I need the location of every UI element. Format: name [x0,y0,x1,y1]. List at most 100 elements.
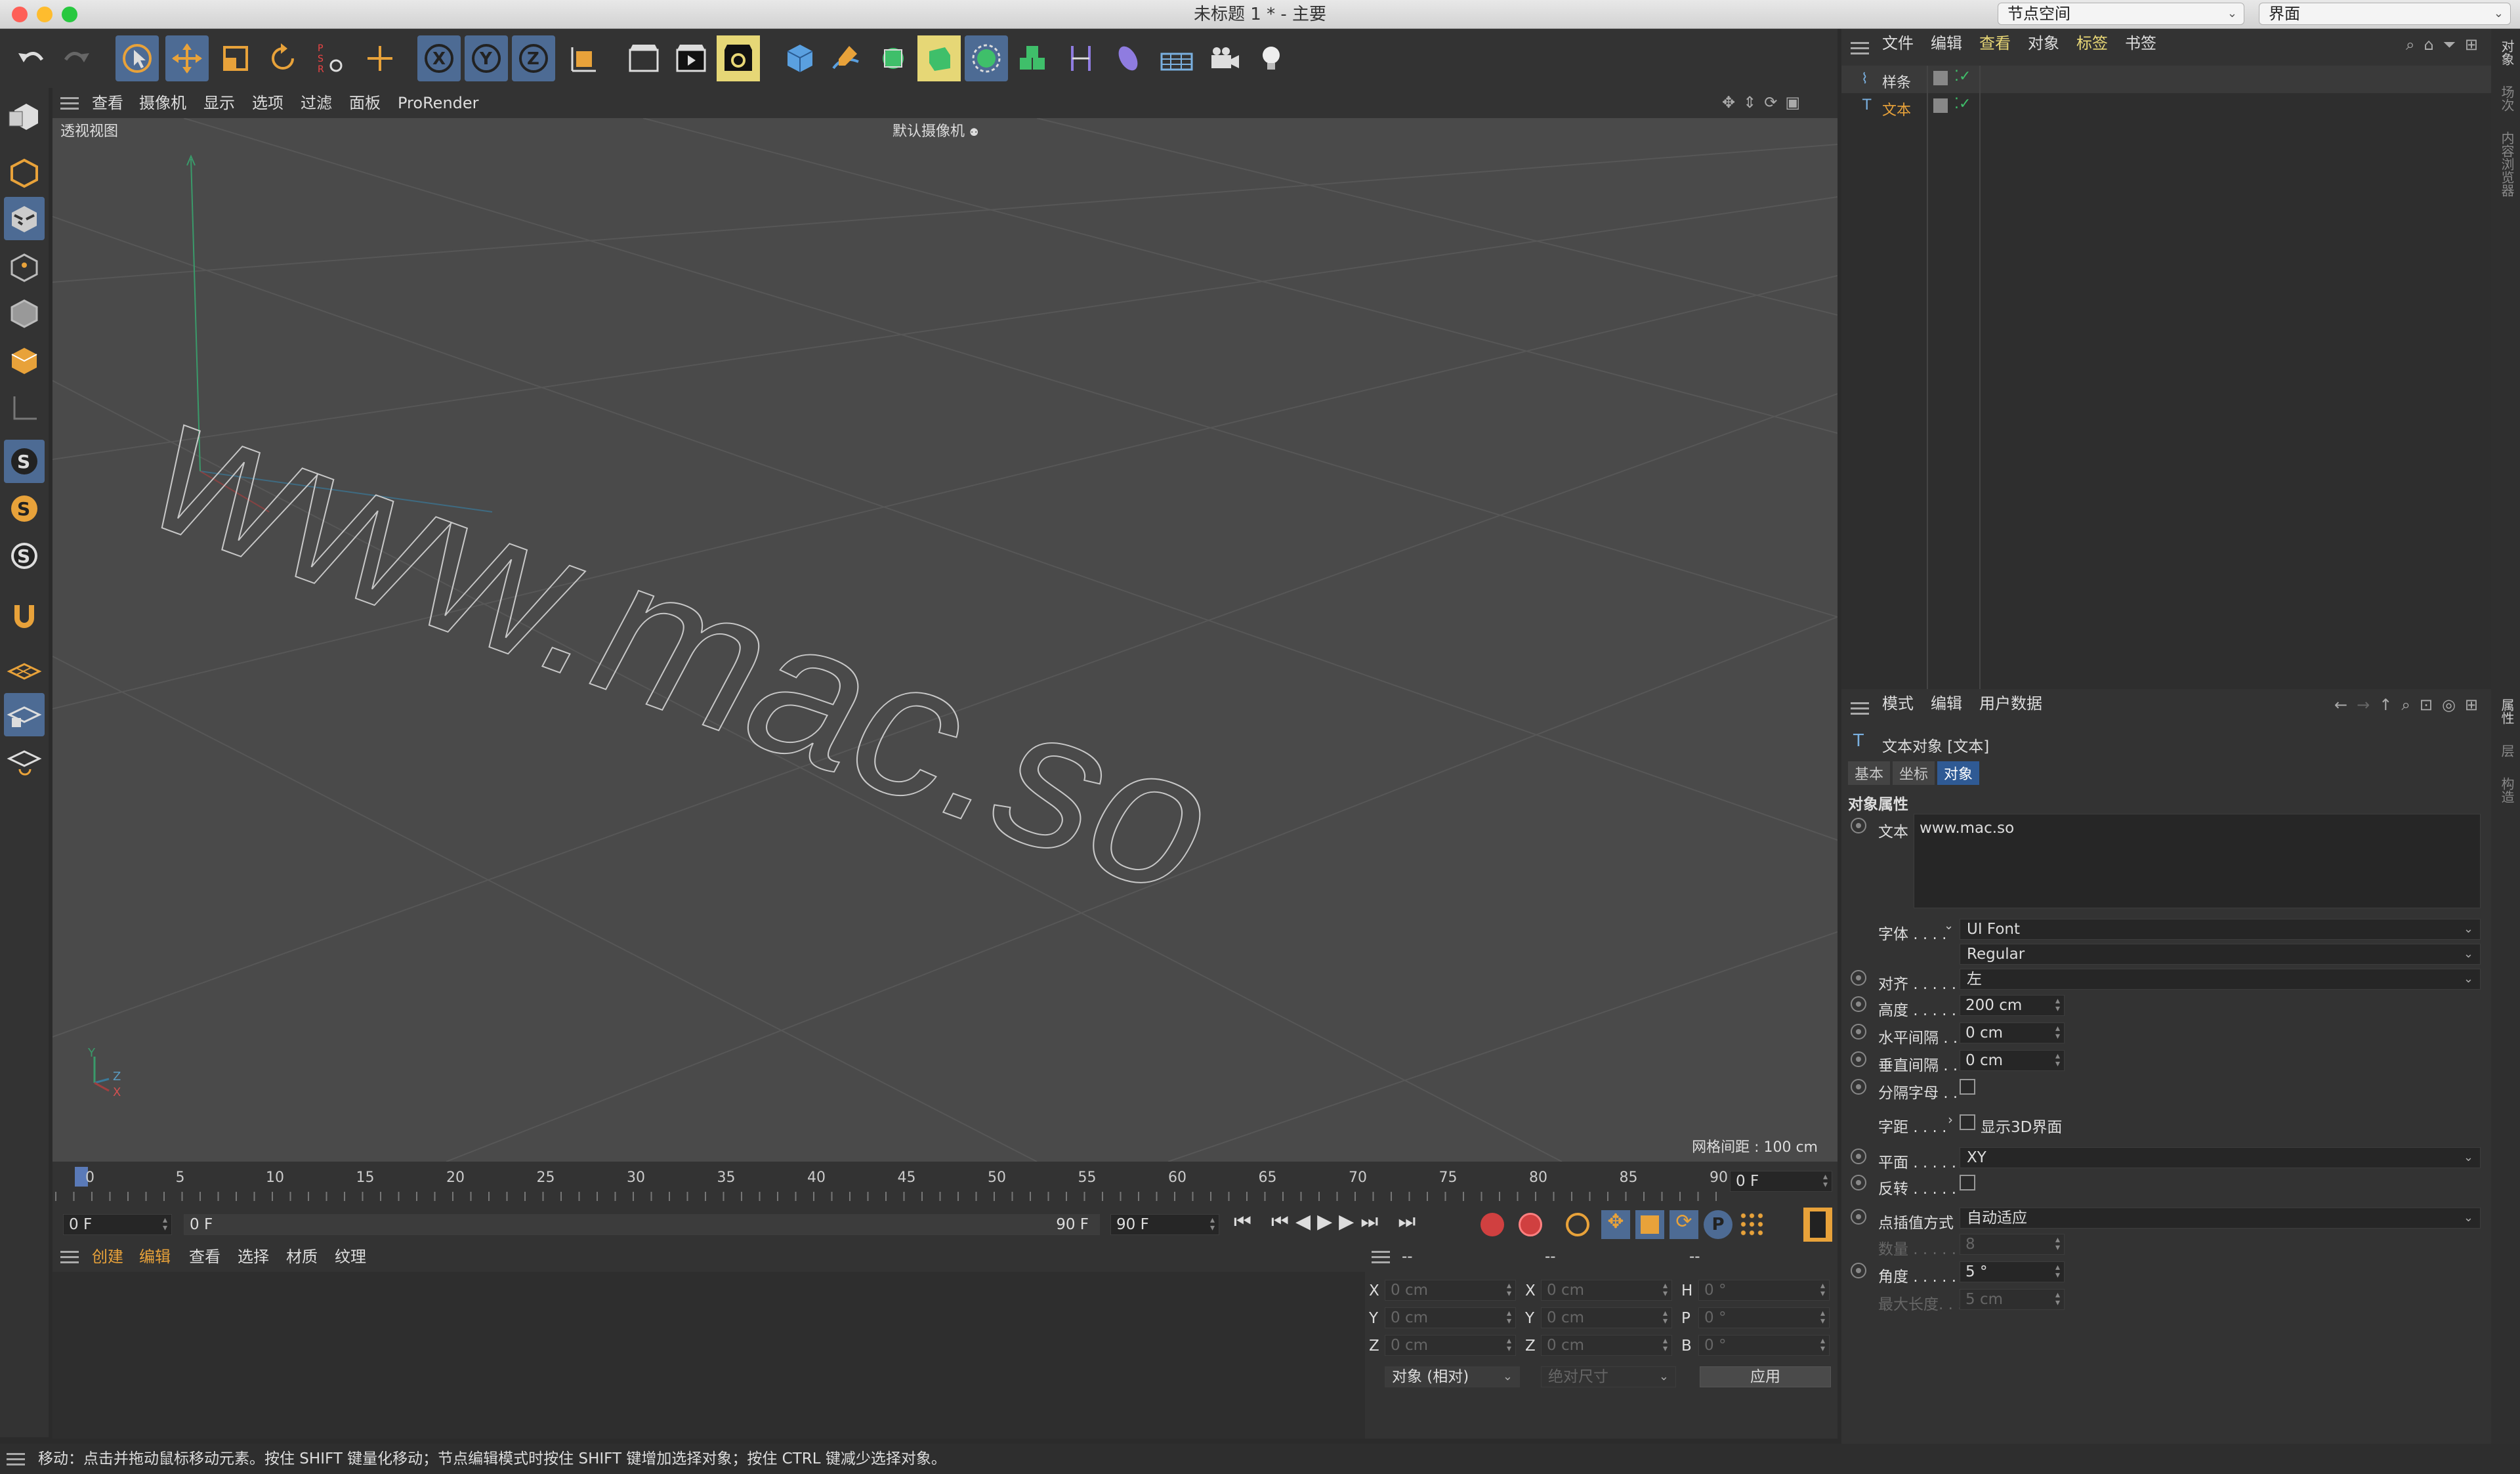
object-menu-icon[interactable] [1851,42,1869,55]
menu-edit[interactable]: 编辑 [1931,693,1962,714]
font-family-select[interactable]: UI Font ⌄ [1960,919,2481,940]
up-arrow-icon[interactable]: ↑ [2379,696,2392,714]
go-to-end-icon[interactable]: ⏭ [1398,1210,1416,1233]
redo-button[interactable] [55,35,98,81]
search-icon[interactable]: ⌕ [2401,696,2410,714]
camera-icon[interactable] [1202,35,1246,81]
extrude-icon[interactable] [917,35,961,81]
edges-mode-icon[interactable] [4,291,45,335]
points-mode-icon[interactable] [4,245,45,289]
coords-menu-icon[interactable] [1372,1251,1390,1264]
home-icon[interactable]: ⌂ [2424,35,2433,54]
menu-objects[interactable]: 对象 [2028,33,2059,54]
rot-h-field[interactable]: 0 ° ▴ ▾ [1698,1280,1830,1301]
interpolation-select[interactable]: 自动适应 ⌄ [1960,1208,2481,1229]
apply-button[interactable]: 应用 [1700,1366,1831,1387]
reverse-checkbox[interactable] [1960,1175,1975,1190]
next-key-icon[interactable]: ⏭ [1360,1210,1378,1233]
align-select[interactable]: 左 ⌄ [1960,969,2481,990]
end-frame-field[interactable]: 90 F ▴ ▾ [1110,1214,1219,1235]
menu-bookmarks[interactable]: 书签 [2125,33,2156,54]
undo-button[interactable] [9,35,52,81]
make-editable-icon[interactable] [4,95,45,138]
menu-create[interactable]: 创建 [92,1242,123,1272]
mograph-cubes-icon[interactable] [1012,35,1055,81]
font-style-select[interactable]: Regular ⌄ [1960,944,2481,965]
subdivision-surface-icon[interactable] [872,35,915,81]
key-rotation-icon[interactable]: ⟳ [1670,1210,1698,1239]
tab-layers[interactable]: 层 [2498,744,2517,757]
record-keys-icon[interactable] [1480,1213,1504,1236]
angle-anim-radio[interactable] [1851,1263,1866,1278]
chevron-down-icon[interactable]: ⌄ [1944,919,1954,933]
layer-icon[interactable] [1933,98,1948,113]
menu-options[interactable]: 选项 [252,88,284,118]
size-y-field[interactable]: 0 cm ▴ ▾ [1541,1307,1672,1328]
separate-letters-checkbox[interactable] [1960,1079,1975,1095]
scale-tool-icon[interactable] [214,35,257,81]
move-tool-icon[interactable] [165,35,209,81]
coord-size-select[interactable]: 绝对尺寸 ⌄ [1541,1366,1676,1387]
menu-file[interactable]: 文件 [1882,33,1914,54]
height-field[interactable]: 200 cm ▴ ▾ [1960,995,2065,1016]
snap-enable-icon[interactable]: S [4,440,45,483]
go-to-start-icon[interactable]: ⏮ [1234,1210,1251,1233]
next-frame-icon[interactable]: ▶ [1339,1210,1354,1233]
keyframe-selection-icon[interactable] [1566,1213,1589,1236]
tab-structure[interactable]: 构造 [2498,777,2517,803]
menu-view[interactable]: 查看 [1979,33,2011,54]
reverse-anim-radio[interactable] [1851,1175,1866,1190]
chevron-right-icon[interactable]: › [1948,1112,1953,1127]
magnet-icon[interactable] [4,593,45,637]
object-list[interactable]: ⌇ 样条 ⁚✓ T 文本 ⁚✓ [1841,66,2491,689]
hspace-field[interactable]: 0 cm ▴ ▾ [1960,1022,2065,1043]
planar-workplane-icon[interactable] [4,740,45,784]
previous-frame-icon[interactable]: ◀ [1295,1210,1311,1233]
viewport-camera-label[interactable]: 默认摄像机 ⚉ [892,119,978,140]
new-window-icon[interactable]: ⊞ [2465,35,2478,54]
show-3d-checkbox[interactable] [1960,1114,1975,1130]
lock-icon[interactable]: ⊡ [2420,696,2433,714]
visibility-check-icon[interactable]: ⁚✓ [1954,96,1971,112]
tab-object[interactable]: 对象 [1937,761,1980,785]
menu-view[interactable]: 查看 [92,88,123,118]
render-view-icon[interactable] [622,35,665,81]
timeline-ruler[interactable]: 0 5 10 15 20 25 30 35 40 45 50 55 60 65 70 75 80 85 90 0 F… [52,1162,1838,1208]
pos-x-field[interactable]: 0 cm ▴ ▾ [1385,1280,1516,1301]
menu-cameras[interactable]: 摄像机 [139,88,186,118]
menu-view[interactable]: 查看 [189,1242,220,1272]
light-icon[interactable] [1250,35,1293,81]
current-frame-field[interactable]: 0 F ▴ ▾ [1730,1171,1832,1192]
plane-anim-radio[interactable] [1851,1148,1866,1164]
tab-content-browser[interactable]: 内容浏览器 [2498,131,2517,197]
key-parameter-icon[interactable]: P [1704,1210,1732,1239]
object-name[interactable]: 样条 [1882,71,1911,92]
search-icon[interactable]: ⌕ [2406,35,2414,54]
vspace-anim-radio[interactable] [1851,1051,1866,1067]
y-axis-lock-icon[interactable]: Y [465,35,508,81]
frame-range-slider[interactable]: 0 F 90 F [184,1214,1100,1235]
menu-prorender[interactable]: ProRender [398,88,479,118]
pen-spline-icon[interactable] [824,35,868,81]
height-anim-radio[interactable] [1851,996,1866,1012]
menu-panel[interactable]: 面板 [349,88,381,118]
plane-select[interactable]: XY ⌄ [1960,1147,2481,1168]
interp-anim-radio[interactable] [1851,1209,1866,1225]
menu-material[interactable]: 材质 [286,1242,318,1272]
hspace-anim-radio[interactable] [1851,1024,1866,1040]
render-settings-icon[interactable] [717,35,760,81]
max-length-field[interactable]: 5 cm ▴ ▾ [1960,1289,2065,1310]
auto-keying-icon[interactable] [1519,1213,1542,1236]
attr-menu-icon[interactable] [1851,702,1869,715]
tab-coord[interactable]: 坐标 [1893,761,1935,785]
coord-mode-select[interactable]: 对象 (相对) ⌄ [1385,1366,1520,1387]
deformer-capsule-icon[interactable] [1106,35,1150,81]
new-window-icon[interactable]: ⊞ [2465,696,2478,714]
target-icon[interactable]: ◎ [2442,696,2456,714]
texture-mode-icon[interactable] [4,197,45,240]
start-frame-field[interactable]: 0 F ▴ ▾ [63,1214,172,1235]
rot-b-field[interactable]: 0 ° ▴ ▾ [1698,1335,1830,1356]
menu-texture[interactable]: 纹理 [335,1242,366,1272]
timeline-window-icon[interactable] [1803,1208,1832,1242]
object-row[interactable]: T 文本 ⁚✓ [1841,93,2491,121]
